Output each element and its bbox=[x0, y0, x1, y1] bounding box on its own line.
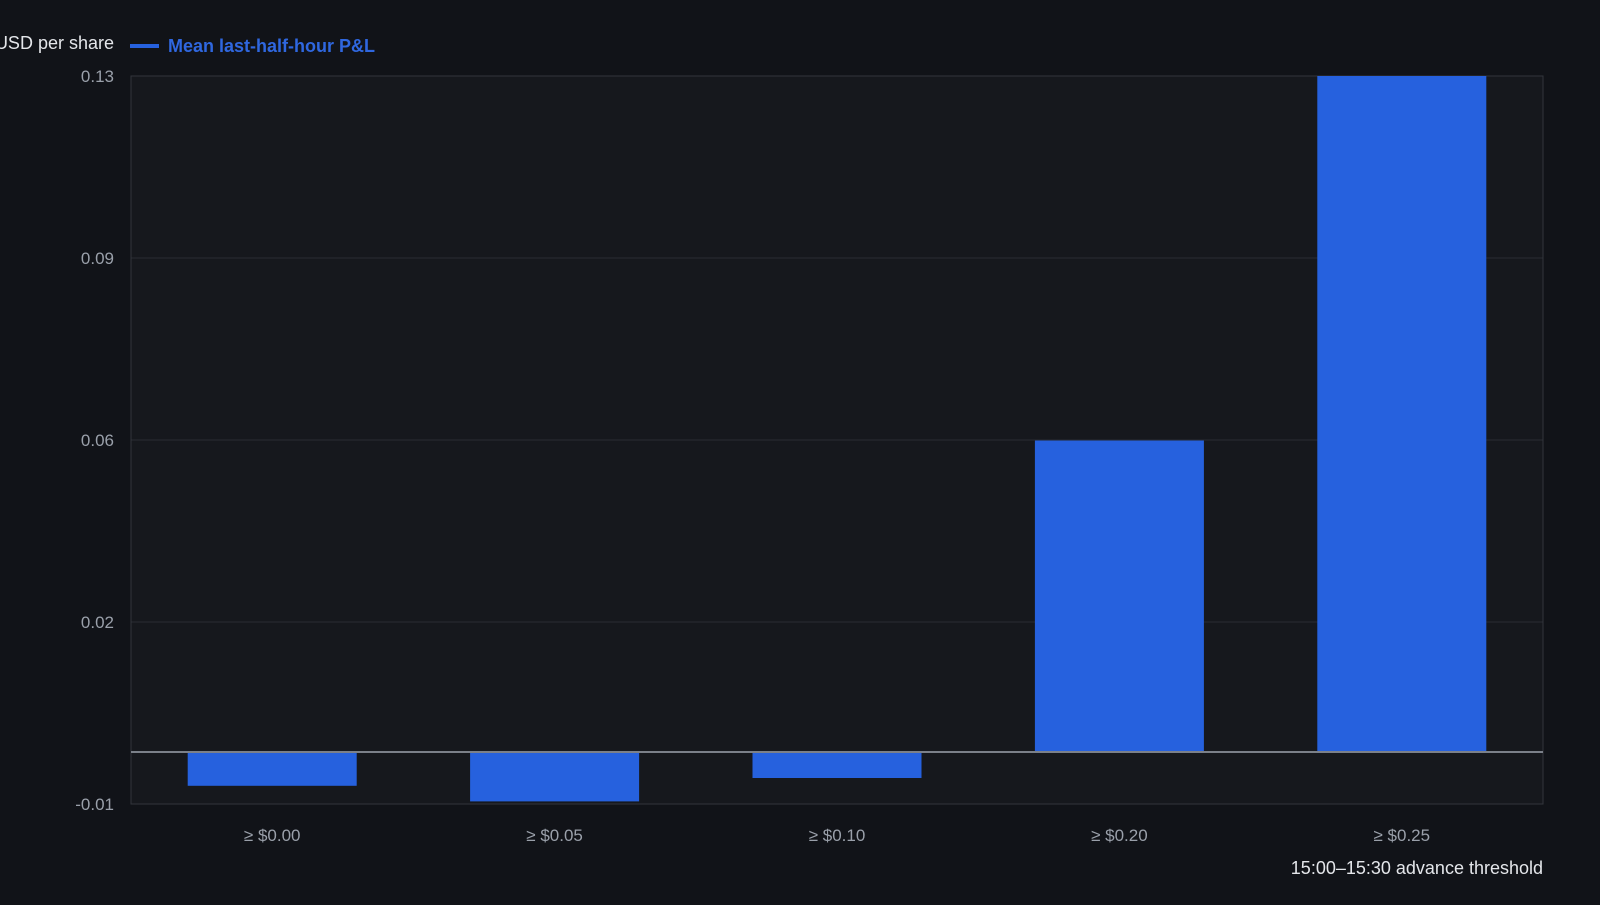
bar bbox=[1317, 76, 1487, 752]
x-tick-label: ≥ $0.05 bbox=[526, 826, 583, 845]
bar-chart: Mean last-half-hour P&L USD per share 0.… bbox=[0, 0, 1600, 900]
y-tick-label: 0.02 bbox=[81, 613, 114, 632]
y-axis-label: USD per share bbox=[0, 33, 114, 53]
y-tick-label: 0.06 bbox=[81, 431, 114, 450]
x-tick-label: ≥ $0.00 bbox=[244, 826, 301, 845]
x-axis-label: 15:00–15:30 advance threshold bbox=[1291, 858, 1543, 878]
bar bbox=[1034, 440, 1204, 752]
y-tick-label: 0.09 bbox=[81, 249, 114, 268]
x-tick-label: ≥ $0.25 bbox=[1373, 826, 1430, 845]
y-tick-label: 0.13 bbox=[81, 67, 114, 86]
y-tick-label: -0.01 bbox=[75, 795, 114, 814]
plot-area: 0.13 0.09 0.06 0.02 -0.01 ≥ $0.00 ≥ $0.05 ≥ $0.… bbox=[75, 67, 1544, 845]
bar bbox=[470, 752, 640, 802]
x-tick-label: ≥ $0.10 bbox=[809, 826, 866, 845]
bar bbox=[187, 752, 357, 786]
x-tick-label: ≥ $0.20 bbox=[1091, 826, 1148, 845]
chart-container: Mean last-half-hour P&L USD per share 0.… bbox=[0, 0, 1600, 900]
legend-label: Mean last-half-hour P&L bbox=[168, 36, 375, 56]
bar bbox=[752, 752, 922, 778]
